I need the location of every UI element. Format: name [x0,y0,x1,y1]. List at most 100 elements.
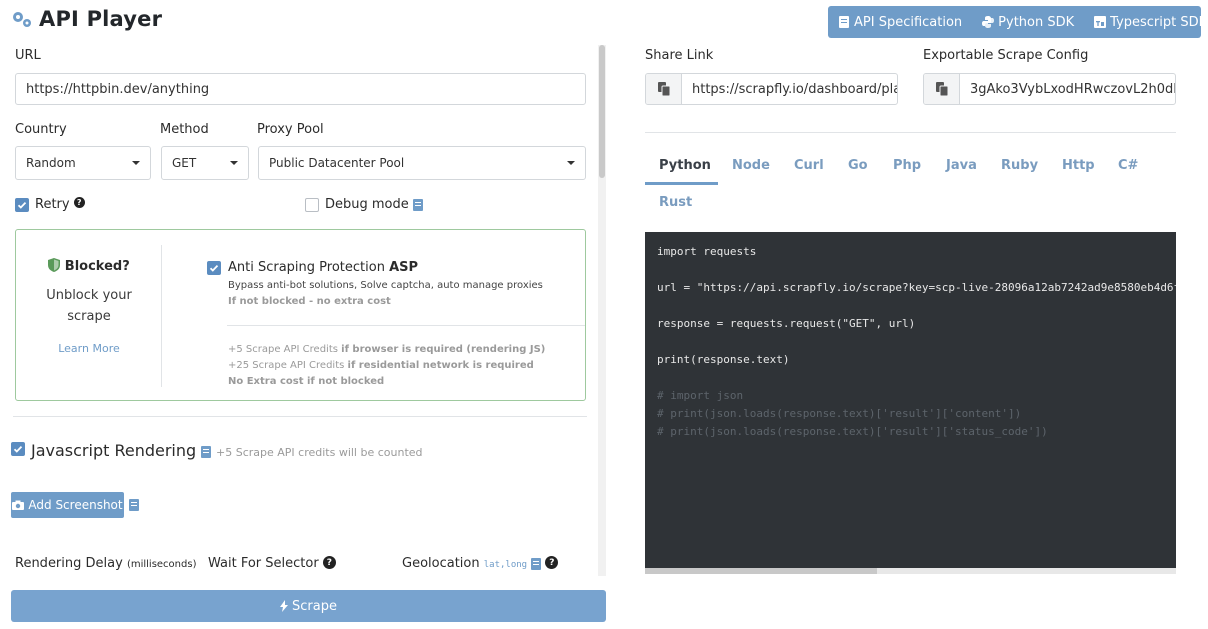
python-sdk-link[interactable]: Python SDK [972,6,1084,38]
wait-for-selector-label: Wait For Selector ? [208,556,336,571]
docs-icon[interactable] [129,499,139,511]
debug-mode-checkbox[interactable] [305,198,319,212]
js-rendering-label: Javascript Rendering [31,441,212,460]
unblock-text: Unblock your scrape [16,285,162,327]
book-icon [839,16,849,28]
scrape-button-label: Scrape [292,598,337,614]
scrollbar-thumb[interactable] [599,45,605,178]
gears-icon [13,12,31,27]
copy-icon [935,82,948,96]
tab-curl[interactable]: Curl [794,158,824,173]
retry-label: Retry ? [35,197,85,212]
docs-icon[interactable] [201,445,212,458]
method-select[interactable]: GET [161,146,249,180]
check-icon [13,445,23,453]
method-label: Method [160,122,209,137]
proxy-pool-select[interactable]: Public Datacenter Pool [258,146,586,180]
js-rendering-checkbox[interactable] [11,442,25,456]
docs-icon[interactable] [531,557,542,570]
rendering-delay-label-text: Rendering Delay [15,556,123,571]
asp-cost-2: +25 Scrape API Credits if residential ne… [228,358,545,374]
code-block[interactable]: import requests url = "https://api.scrap… [645,232,1176,574]
chevron-down-icon [132,161,140,165]
help-icon[interactable]: ? [545,556,559,569]
share-link-field[interactable]: https://scrapfly.io/dashboard/pla [645,73,898,105]
asp-not-blocked: If not blocked - no extra cost [228,296,391,307]
app-title: API Player [11,7,162,31]
asp-cost-3-text: No Extra cost if not blocked [228,376,385,387]
scrape-button[interactable]: Scrape [11,590,606,622]
learn-more-link[interactable]: Learn More [16,342,162,355]
copy-share-link-button[interactable] [646,74,682,104]
right-divider [645,132,1176,133]
code-horizontal-scrollbar[interactable] [645,568,1176,574]
form-scrollbar[interactable] [598,45,606,576]
code-line: url = "https://api.scrapfly.io/scrape?ke… [657,281,1176,294]
rendering-delay-label: Rendering Delay (milliseconds) [15,556,196,571]
asp-divider-horizontal [227,325,585,326]
code-comment: # print(json.loads(response.text)['resul… [657,407,1022,420]
asp-description: Bypass anti-bot solutions, Solve captcha… [228,280,543,291]
scrape-config-label: Exportable Scrape Config [923,48,1089,63]
url-input[interactable]: https://httpbin.dev/anything [15,73,586,105]
help-icon[interactable]: ? [322,556,336,569]
url-value: https://httpbin.dev/anything [26,81,210,97]
country-label: Country [15,122,67,137]
asp-cost-3: No Extra cost if not blocked [228,374,545,390]
scrape-config-field[interactable]: 3gAko3VybLxodHRwczovL2h0dH [923,73,1176,105]
asp-cost-1-prefix: +5 Scrape API Credits [228,344,338,355]
python-icon [982,16,995,28]
asp-info: Blocked? Unblock your scrape Learn More [16,230,162,400]
page-title: API Player [39,7,163,31]
add-screenshot-button[interactable]: Add Screenshot [11,492,124,518]
retry-checkbox[interactable] [15,198,29,212]
url-label: URL [15,48,41,63]
section-divider [13,416,587,417]
api-specification-link[interactable]: API Specification [828,6,972,38]
scrollbar-thumb[interactable] [645,568,877,574]
help-icon[interactable]: ? [73,197,85,208]
js-rendering-note: +5 Scrape API credits will be counted [216,446,423,459]
active-tab-indicator [645,182,718,185]
tab-http[interactable]: Http [1062,158,1095,173]
copy-config-button[interactable] [924,74,960,104]
tab-php[interactable]: Php [893,158,921,173]
bolt-icon [280,600,289,612]
country-value: Random [26,156,76,170]
asp-label-bold: ASP [389,260,419,275]
debug-mode-label-text: Debug mode [325,197,409,212]
asp-panel: Blocked? Unblock your scrape Learn More … [15,229,586,401]
geolocation-label: Geolocation lat,long ? [402,556,559,571]
method-value: GET [172,156,197,170]
tab-ruby[interactable]: Ruby [1001,158,1038,173]
code-line: import requests [657,245,757,258]
debug-mode-label: Debug mode [325,197,423,212]
tab-go[interactable]: Go [848,158,868,173]
tab-java[interactable]: Java [946,158,977,173]
shield-icon [48,258,61,272]
retry-label-text: Retry [35,197,70,212]
doc-links-bar: API Specification Python SDK Typescript … [828,6,1207,38]
check-icon [209,264,219,272]
geolocation-hint: lat,long [483,560,528,570]
asp-checkbox[interactable] [207,261,221,275]
asp-label-text: Anti Scraping Protection [228,260,385,275]
tab-node[interactable]: Node [732,158,770,173]
tab-csharp[interactable]: C# [1118,158,1138,173]
wait-for-selector-label-text: Wait For Selector [208,556,319,571]
asp-divider-vertical [161,245,162,387]
asp-cost-2-bold: if residential network is required [347,360,534,371]
add-screenshot-label: Add Screenshot [28,498,123,512]
chevron-down-icon [567,161,575,165]
code-line: print(response.text) [657,353,790,366]
typescript-sdk-link[interactable]: Typescript SDK [1084,6,1208,38]
docs-icon[interactable] [412,198,423,211]
tab-python[interactable]: Python [659,158,711,173]
typescript-icon [1094,16,1107,28]
chevron-down-icon [230,161,238,165]
code-comment: # print(json.loads(response.text)['resul… [657,425,1048,438]
blocked-heading: Blocked? [16,258,162,274]
country-select[interactable]: Random [15,146,151,180]
asp-cost-1-bold: if browser is required (rendering JS) [341,344,546,355]
tab-rust[interactable]: Rust [659,195,692,210]
